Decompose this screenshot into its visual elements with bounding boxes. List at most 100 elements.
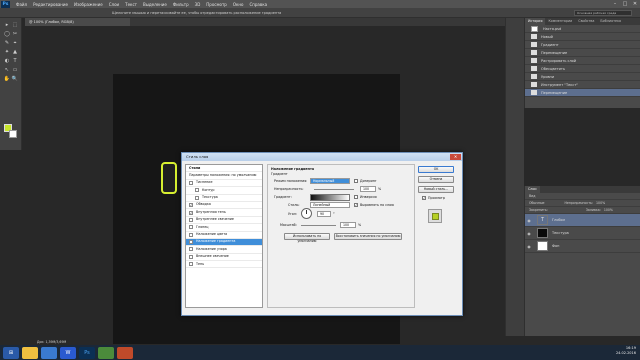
ok-button[interactable]: OK: [418, 166, 454, 173]
tool-icon[interactable]: 🔍: [11, 76, 19, 82]
align-layer-checkbox[interactable]: ✓: [354, 203, 358, 207]
history-item[interactable]: Перемещение: [525, 89, 640, 97]
start-button[interactable]: ⊞: [3, 346, 19, 359]
layer-opacity-value[interactable]: 100%: [596, 201, 605, 205]
cancel-button[interactable]: Отмена: [418, 176, 454, 183]
reset-default-button[interactable]: Восстановить значения по умолчанию: [334, 233, 402, 240]
menu-item[interactable]: Файл: [13, 2, 30, 7]
scale-slider[interactable]: [301, 225, 336, 226]
effect-checkbox[interactable]: [195, 195, 199, 200]
tool-icon[interactable]: ✂: [11, 31, 19, 37]
photoshop-taskbar-icon[interactable]: Ps: [79, 346, 95, 359]
effect-checkbox[interactable]: ✓: [189, 203, 193, 208]
history-item[interactable]: Уровни: [525, 73, 640, 81]
scale-input[interactable]: 100: [340, 222, 356, 228]
history-tab[interactable]: Комментарии: [545, 18, 575, 25]
history-item[interactable]: Настя.psd: [525, 25, 640, 33]
history-item[interactable]: Обесцветить: [525, 65, 640, 73]
history-item[interactable]: Новый: [525, 33, 640, 41]
menu-item[interactable]: Фильтр: [170, 2, 192, 7]
angle-dial[interactable]: [301, 208, 312, 219]
make-default-button[interactable]: Использовать по умолчанию: [284, 233, 330, 243]
menu-item[interactable]: Редактирование: [30, 2, 71, 7]
visibility-eye-icon[interactable]: ◉: [525, 218, 533, 223]
document-tab[interactable]: @ 100% (Глобол, RGB/8): [25, 18, 130, 26]
tool-icon[interactable]: ↖: [3, 67, 11, 73]
menu-item[interactable]: Окно: [230, 2, 247, 7]
gradient-preview[interactable]: [310, 194, 350, 201]
chrome-taskbar-icon[interactable]: [98, 346, 114, 359]
close-window-button[interactable]: ✕: [630, 0, 640, 8]
tool-icon[interactable]: ▸: [3, 22, 11, 28]
app-taskbar-icon[interactable]: [117, 346, 133, 359]
dither-checkbox[interactable]: [354, 179, 358, 183]
effect-checkbox[interactable]: ✓: [189, 240, 193, 245]
effect-item[interactable]: Тиснение: [186, 180, 262, 188]
effect-item[interactable]: Контур: [186, 187, 262, 195]
menu-item[interactable]: Изображение: [71, 2, 106, 7]
workspace-select[interactable]: Основная рабочая среда: [574, 10, 632, 16]
layer-name[interactable]: Фон: [552, 244, 559, 248]
history-item[interactable]: Инструмент "Текст": [525, 81, 640, 89]
new-style-button[interactable]: Новый стиль...: [418, 186, 454, 193]
layer-kind-label[interactable]: Вид: [529, 194, 535, 198]
background-color-swatch[interactable]: [9, 130, 17, 138]
menu-item[interactable]: Справка: [246, 2, 270, 7]
layer-fill-value[interactable]: 100%: [604, 208, 613, 212]
tool-icon[interactable]: ✋: [3, 76, 11, 82]
effect-checkbox[interactable]: [189, 232, 193, 237]
tool-icon[interactable]: ⬚: [11, 22, 19, 28]
menu-item[interactable]: Текст: [122, 2, 140, 7]
word-taskbar-icon[interactable]: W: [60, 346, 76, 359]
tab-layers[interactable]: Слои: [525, 186, 540, 193]
history-step-icon: [531, 58, 537, 63]
history-item[interactable]: Градиент: [525, 41, 640, 49]
tool-icon[interactable]: ⌖: [11, 40, 19, 46]
effect-checkbox[interactable]: [189, 254, 193, 259]
menu-item[interactable]: Выделение: [140, 2, 170, 7]
effect-checkbox[interactable]: [189, 247, 193, 252]
visibility-eye-icon[interactable]: ◉: [525, 231, 533, 236]
effect-item[interactable]: Тень: [186, 261, 262, 269]
tool-icon[interactable]: ◯: [3, 31, 11, 37]
history-tab[interactable]: Библиотека: [597, 18, 624, 25]
dialog-close-button[interactable]: ✕: [450, 154, 461, 160]
maximize-button[interactable]: □: [620, 0, 630, 8]
visibility-eye-icon[interactable]: ◉: [525, 244, 533, 249]
effect-checkbox[interactable]: [189, 217, 193, 222]
tool-icon[interactable]: ▲: [11, 49, 19, 55]
opacity-input[interactable]: 100: [360, 186, 376, 192]
menu-item[interactable]: 3D: [192, 2, 204, 7]
angle-input[interactable]: 90: [317, 211, 331, 217]
history-tab[interactable]: Свойства: [575, 18, 597, 25]
layer-row[interactable]: ◉ T Глобол: [525, 214, 640, 227]
tool-icon[interactable]: T: [11, 58, 19, 64]
layer-row[interactable]: ◉ Фон: [525, 240, 640, 253]
effect-checkbox[interactable]: ✓: [189, 210, 193, 215]
history-tab[interactable]: История: [525, 18, 546, 25]
effect-checkbox[interactable]: [189, 180, 193, 185]
tool-icon[interactable]: ✦: [3, 49, 11, 55]
minimize-button[interactable]: –: [610, 0, 620, 8]
tool-icon[interactable]: ▭: [11, 67, 19, 73]
effect-checkbox[interactable]: [189, 225, 193, 230]
opacity-slider[interactable]: [314, 189, 354, 190]
layer-blend-mode[interactable]: Обычные: [529, 201, 544, 205]
explorer-taskbar-icon[interactable]: [22, 346, 38, 359]
preview-checkbox[interactable]: ✓: [422, 196, 426, 200]
layer-row[interactable]: ◉ Текстура: [525, 227, 640, 240]
tool-icon[interactable]: ◐: [3, 58, 11, 64]
history-item[interactable]: Перемещение: [525, 49, 640, 57]
menu-item[interactable]: Просмотр: [203, 2, 230, 7]
style-select[interactable]: Линейный: [310, 202, 350, 208]
layer-name[interactable]: Текстура: [552, 231, 569, 235]
effect-checkbox[interactable]: [189, 262, 193, 267]
effect-checkbox[interactable]: [195, 188, 199, 193]
reverse-checkbox[interactable]: [354, 195, 358, 199]
blend-mode-select[interactable]: Нормальный: [310, 178, 350, 184]
browser-taskbar-icon[interactable]: [41, 346, 57, 359]
tool-icon[interactable]: ✎: [3, 40, 11, 46]
history-item[interactable]: Растрировать слой: [525, 57, 640, 65]
layer-name[interactable]: Глобол: [552, 218, 565, 222]
menu-item[interactable]: Слои: [106, 2, 122, 7]
